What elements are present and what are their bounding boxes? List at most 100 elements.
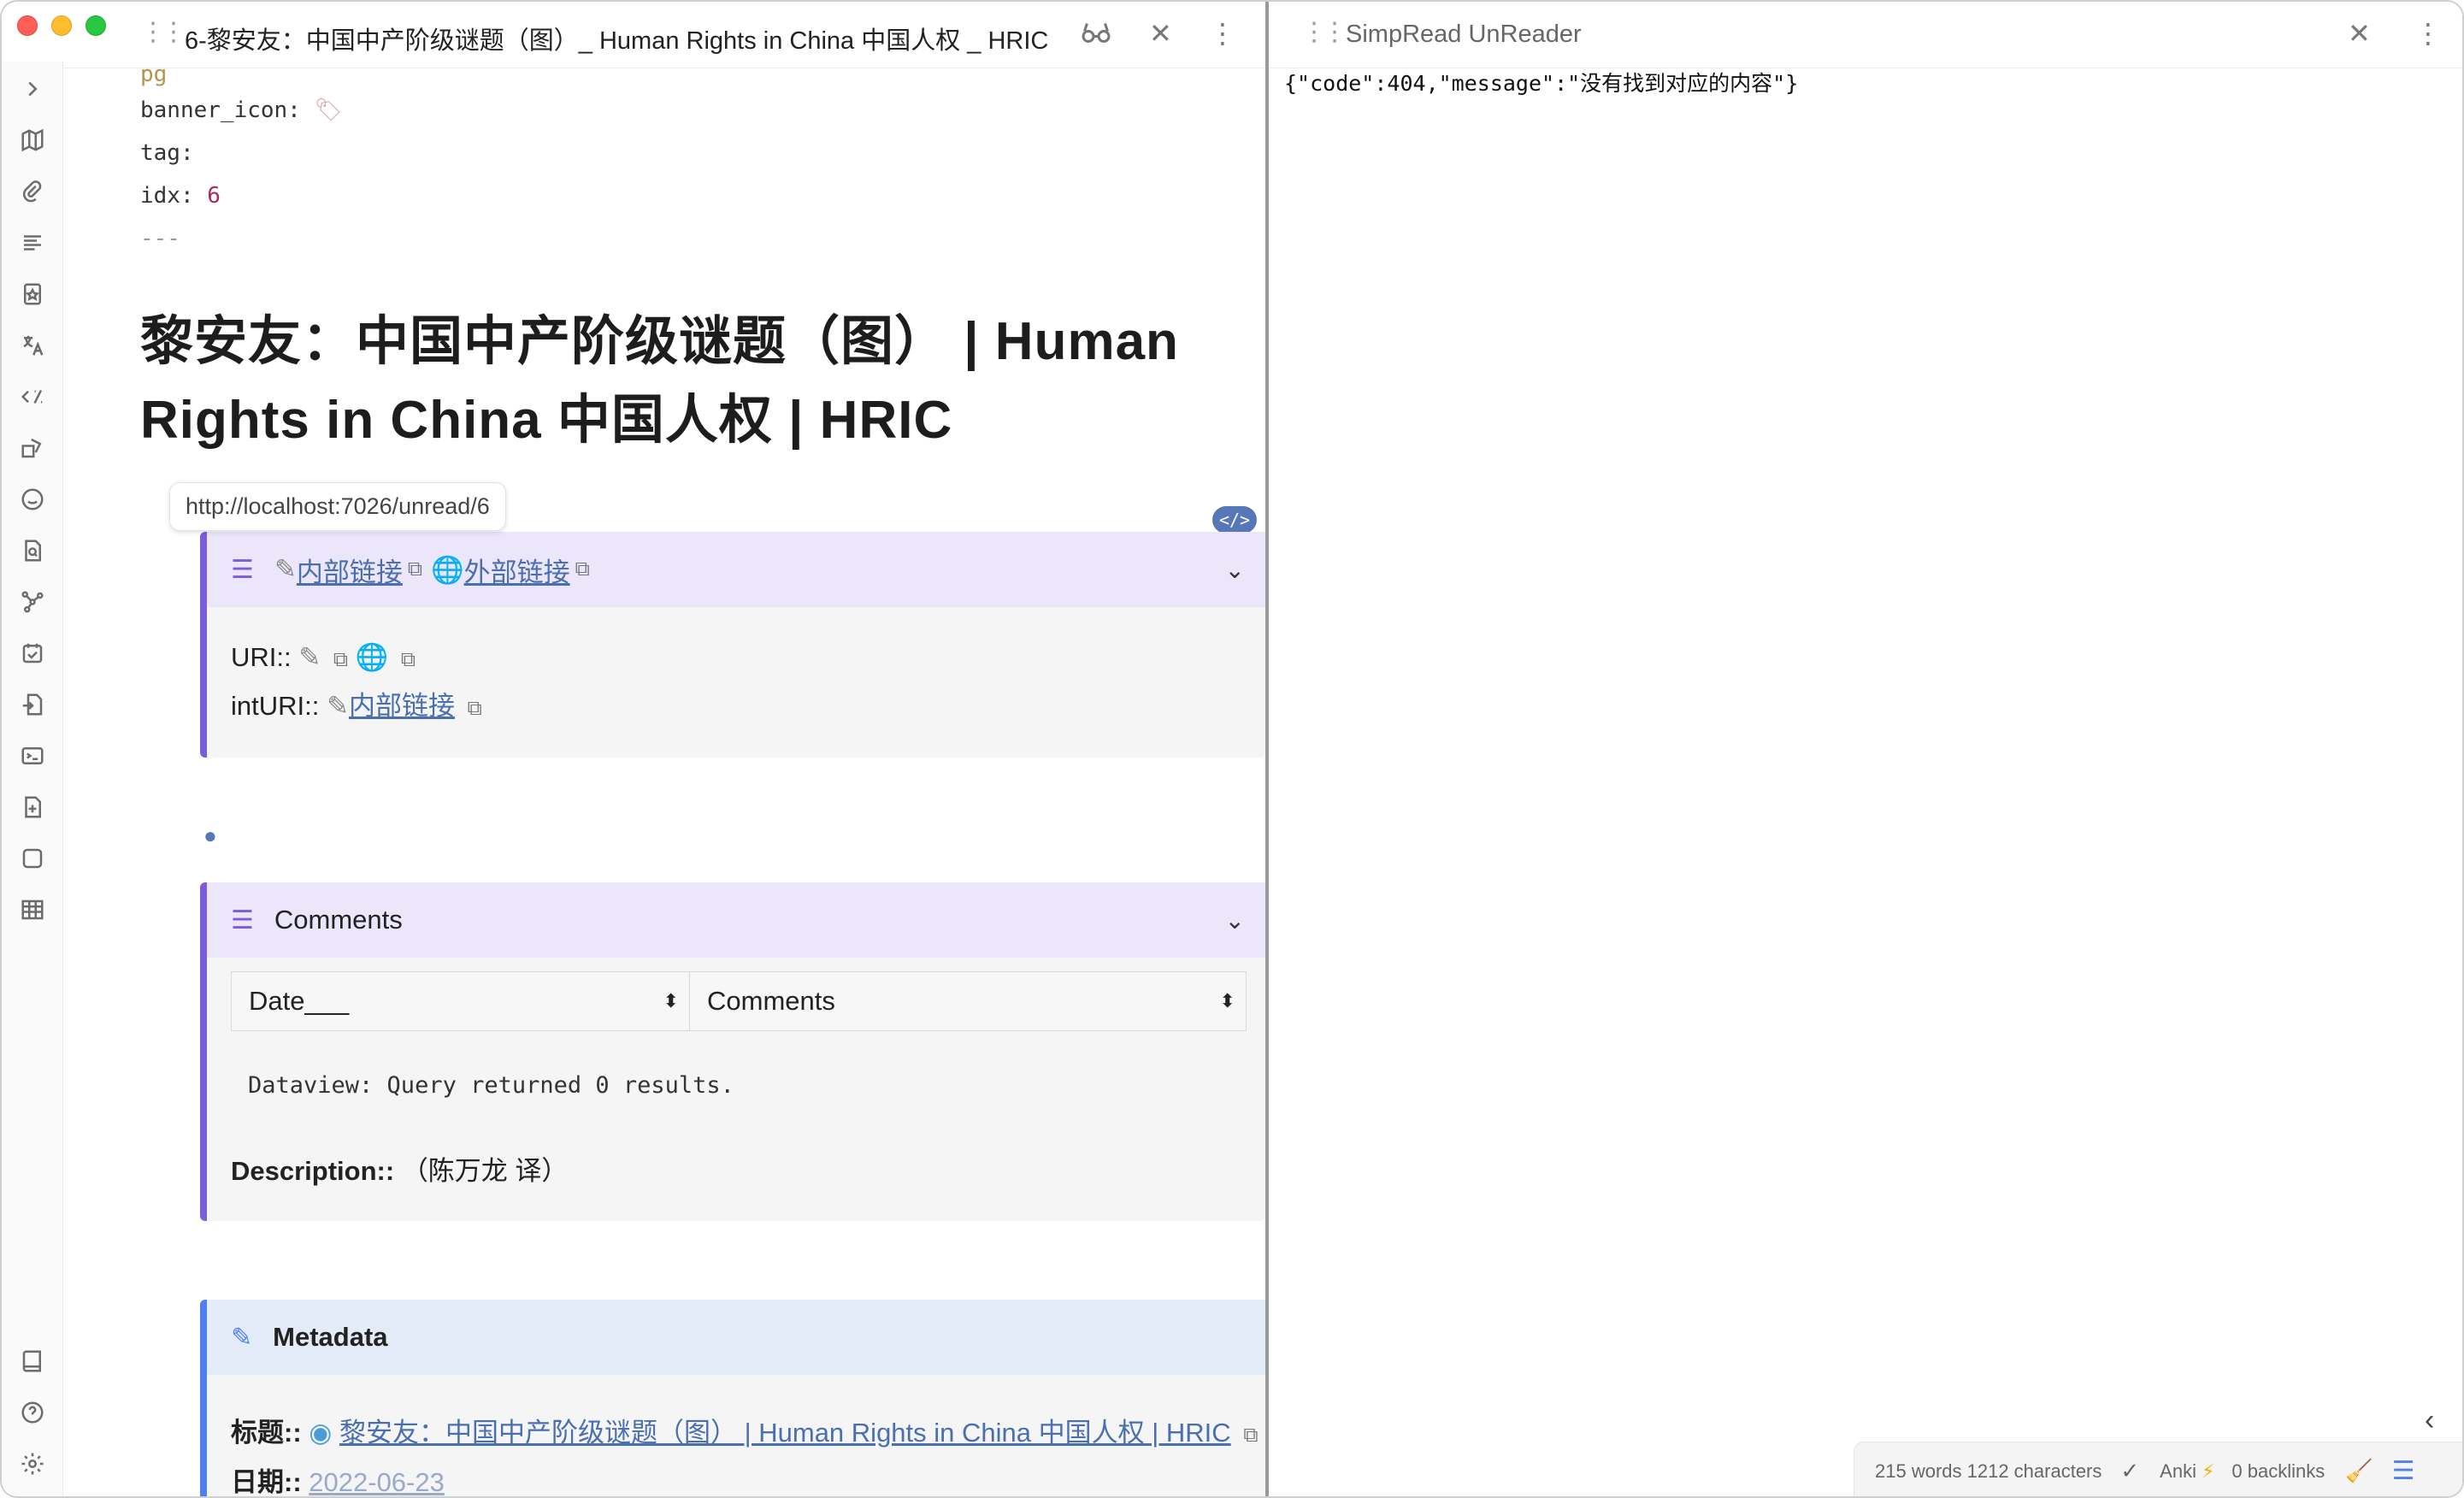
globe-icon[interactable]: 🌐 bbox=[356, 642, 389, 672]
calendar-check-icon[interactable] bbox=[17, 638, 48, 669]
pencil-icon: ✎ bbox=[326, 691, 349, 721]
chevron-down-icon[interactable]: ⌄ bbox=[1225, 556, 1245, 584]
external-link[interactable]: 外部链接 bbox=[464, 551, 570, 589]
external-link-icon: ⧉ bbox=[407, 557, 423, 581]
uri-label: URI:: bbox=[231, 642, 292, 672]
description-label: Description:: bbox=[231, 1156, 395, 1186]
window-controls bbox=[17, 15, 106, 36]
pencil-icon: ✎ bbox=[274, 554, 297, 584]
metadata-title-row: 标题:: ◉ 黎安友：中国中产阶级谜题（图） | Human Rights in… bbox=[231, 1411, 1258, 1449]
uri-row: URI:: ✎ ⧉ 🌐 ⧉ bbox=[231, 641, 416, 673]
sort-icon[interactable]: ⬍ bbox=[663, 990, 679, 1012]
graph-icon[interactable] bbox=[17, 587, 48, 617]
description-row: Description:: （陈万龙 译） bbox=[231, 1149, 568, 1188]
idx-key: idx: bbox=[140, 183, 194, 209]
drag-handle-icon[interactable]: ⋮⋮ bbox=[1301, 17, 1347, 47]
left-editor-pane: ⋮⋮ 6-黎安友：中国中产阶级谜题（图）_ Human Rights in Ch… bbox=[63, 2, 1267, 1497]
metadata-title-label: 标题:: bbox=[231, 1418, 302, 1448]
file-import-icon[interactable] bbox=[17, 689, 48, 720]
paperclip-icon[interactable] bbox=[17, 176, 48, 207]
comments-callout: ☰ Comments ⌄ Date___ ⬍ Comments ⬍ Datavi… bbox=[200, 882, 1265, 1221]
frontmatter-tag: tag: bbox=[140, 140, 194, 166]
chevron-down-icon[interactable]: ⌄ bbox=[1225, 906, 1245, 935]
metadata-date-label: 日期:: bbox=[231, 1467, 302, 1497]
unreader-content: {"code":404,"message":"没有找到对应的内容"} bbox=[1284, 71, 1799, 96]
internal-link[interactable]: 内部链接 bbox=[297, 551, 403, 589]
frontmatter-idx: idx: 6 bbox=[140, 183, 221, 209]
column-date-label: Date___ bbox=[249, 986, 350, 1016]
shapes-icon[interactable] bbox=[17, 433, 48, 463]
comments-callout-title: Comments bbox=[274, 905, 403, 935]
metadata-date-row: 日期:: 2022-06-23 bbox=[231, 1460, 445, 1497]
column-header-date[interactable]: Date___ ⬍ bbox=[232, 972, 690, 1030]
new-file-icon[interactable] bbox=[17, 792, 48, 823]
settings-gear-icon[interactable] bbox=[17, 1448, 48, 1479]
status-bar: 215 words 1212 characters ✓ Anki ⚡ 0 bac… bbox=[1854, 1442, 2462, 1496]
translate-icon[interactable] bbox=[17, 330, 48, 361]
list-view-icon[interactable]: ☰ bbox=[2392, 1456, 2415, 1486]
comments-table-header: Date___ ⬍ Comments ⬍ bbox=[231, 971, 1247, 1031]
pencil-icon[interactable]: ✎ bbox=[298, 642, 321, 672]
list-icon: ☰ bbox=[231, 905, 254, 935]
links-callout-header[interactable]: ☰ ✎ 内部链接 ⧉ 🌐 外部链接 ⧉ ⌄ bbox=[207, 532, 1265, 607]
right-tab-title[interactable]: SimpRead UnReader bbox=[1346, 21, 1582, 49]
metadata-date-link[interactable]: 2022-06-23 bbox=[309, 1467, 445, 1496]
int-uri-link[interactable]: 内部链接 bbox=[349, 691, 455, 721]
map-icon[interactable] bbox=[17, 125, 48, 156]
dice-icon[interactable] bbox=[17, 843, 48, 874]
search-file-icon[interactable] bbox=[17, 535, 48, 566]
edit-source-button[interactable]: </> bbox=[1212, 506, 1257, 534]
idx-value: 6 bbox=[207, 183, 221, 209]
list-icon: ☰ bbox=[231, 555, 254, 584]
favicon-icon: ◉ bbox=[309, 1418, 333, 1448]
help-icon[interactable] bbox=[17, 1397, 48, 1428]
outline-icon[interactable] bbox=[17, 227, 48, 258]
pencil-icon: ✎ bbox=[231, 1323, 253, 1352]
external-link-icon: ⧉ bbox=[333, 648, 348, 671]
dataview-message: Dataview: Query returned 0 results. bbox=[248, 1072, 734, 1099]
expand-sidebar-icon[interactable] bbox=[17, 74, 48, 104]
column-header-comments[interactable]: Comments ⬍ bbox=[690, 972, 1246, 1030]
code-percent-icon[interactable] bbox=[17, 381, 48, 412]
vault-book-icon[interactable] bbox=[17, 1346, 48, 1377]
globe-icon: 🌐 bbox=[431, 554, 464, 585]
banner-icon-key: banner_icon: bbox=[140, 97, 301, 123]
frontmatter-separator: --- bbox=[140, 226, 180, 251]
broom-icon[interactable]: 🧹 bbox=[2345, 1458, 2373, 1484]
close-tab-icon[interactable]: ✕ bbox=[2348, 17, 2371, 50]
left-ribbon bbox=[2, 62, 63, 1496]
comment-bubble-icon[interactable]: ● bbox=[203, 823, 217, 849]
sort-icon[interactable]: ⬍ bbox=[1220, 990, 1235, 1012]
external-link-icon: ⧉ bbox=[1243, 1424, 1259, 1447]
external-link-icon: ⧉ bbox=[575, 557, 590, 581]
table-icon[interactable] bbox=[17, 894, 48, 925]
close-window-button[interactable] bbox=[17, 15, 38, 36]
terminal-icon[interactable] bbox=[17, 740, 48, 771]
metadata-callout: ✎ Metadata 标题:: ◉ 黎安友：中国中产阶级谜题（图） | Huma… bbox=[200, 1300, 1265, 1497]
description-value: （陈万龙 译） bbox=[401, 1156, 569, 1186]
document-view: pg banner_icon: 🏷 tag: idx: 6 --- 黎安友：中国… bbox=[63, 2, 1267, 1497]
lightning-icon: ⚡ bbox=[2201, 1460, 2215, 1482]
backlinks-count[interactable]: 0 backlinks bbox=[2231, 1460, 2325, 1483]
int-uri-label: intURI:: bbox=[231, 691, 320, 721]
smiley-icon[interactable] bbox=[17, 484, 48, 515]
links-callout: ☰ ✎ 内部链接 ⧉ 🌐 外部链接 ⧉ ⌄ URI:: ✎ ⧉ 🌐 ⧉ intU… bbox=[200, 532, 1265, 758]
sync-check-icon[interactable]: ✓ bbox=[2120, 1458, 2139, 1484]
frontmatter-banner-icon: banner_icon: 🏷 bbox=[140, 97, 343, 123]
link-tooltip: http://localhost:7026/unread/6 bbox=[169, 482, 506, 531]
minimize-window-button[interactable] bbox=[51, 15, 72, 36]
metadata-callout-header[interactable]: ✎ Metadata bbox=[207, 1300, 1265, 1375]
tag-emoji-icon: 🏷 bbox=[314, 97, 343, 123]
zoom-window-button[interactable] bbox=[85, 15, 106, 36]
comments-callout-header[interactable]: ☰ Comments ⌄ bbox=[207, 882, 1265, 958]
metadata-title-link[interactable]: 黎安友：中国中产阶级谜题（图） | Human Rights in China … bbox=[339, 1418, 1231, 1448]
right-pane: ⋮⋮ SimpRead UnReader ✕ ⋮ {"code":404,"me… bbox=[1269, 2, 2462, 1496]
word-count: 215 words 1212 characters bbox=[1875, 1460, 2102, 1482]
anki-label[interactable]: Anki bbox=[2160, 1460, 2196, 1483]
bookmark-star-icon[interactable] bbox=[17, 279, 48, 310]
frontmatter-pg-fragment: pg bbox=[140, 62, 168, 87]
more-options-icon[interactable]: ⋮ bbox=[2414, 17, 2442, 50]
metadata-callout-title: Metadata bbox=[273, 1322, 388, 1352]
int-uri-row: intURI:: ✎内部链接 ⧉ bbox=[231, 684, 482, 722]
chevron-left-icon[interactable]: ‹ bbox=[2425, 1404, 2434, 1437]
